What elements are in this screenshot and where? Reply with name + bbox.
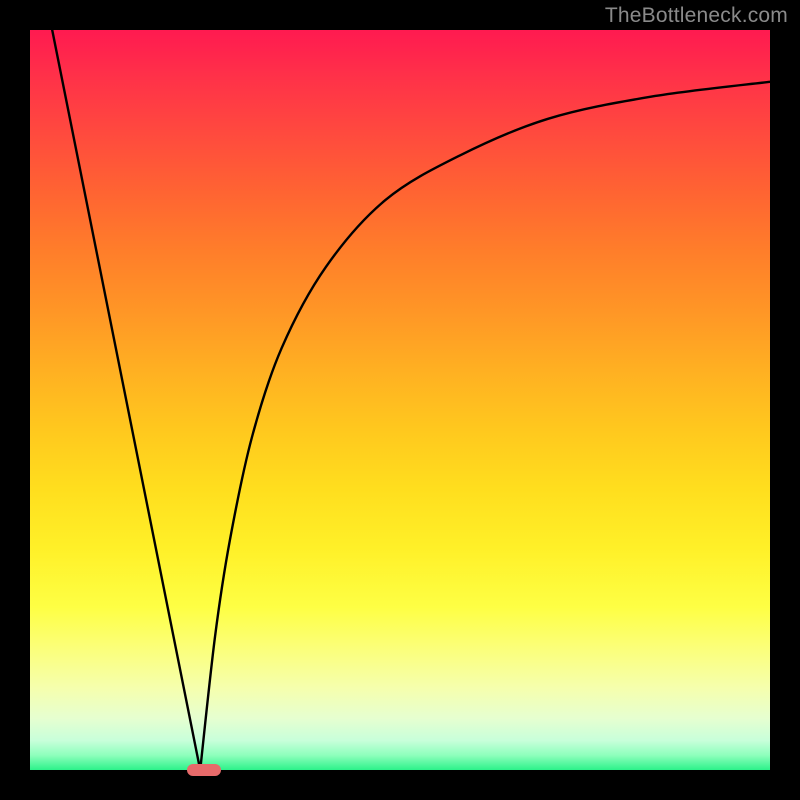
minimum-marker — [187, 764, 220, 776]
chart-frame: TheBottleneck.com — [0, 0, 800, 800]
bottleneck-curve — [30, 30, 770, 770]
watermark-text: TheBottleneck.com — [605, 4, 788, 28]
